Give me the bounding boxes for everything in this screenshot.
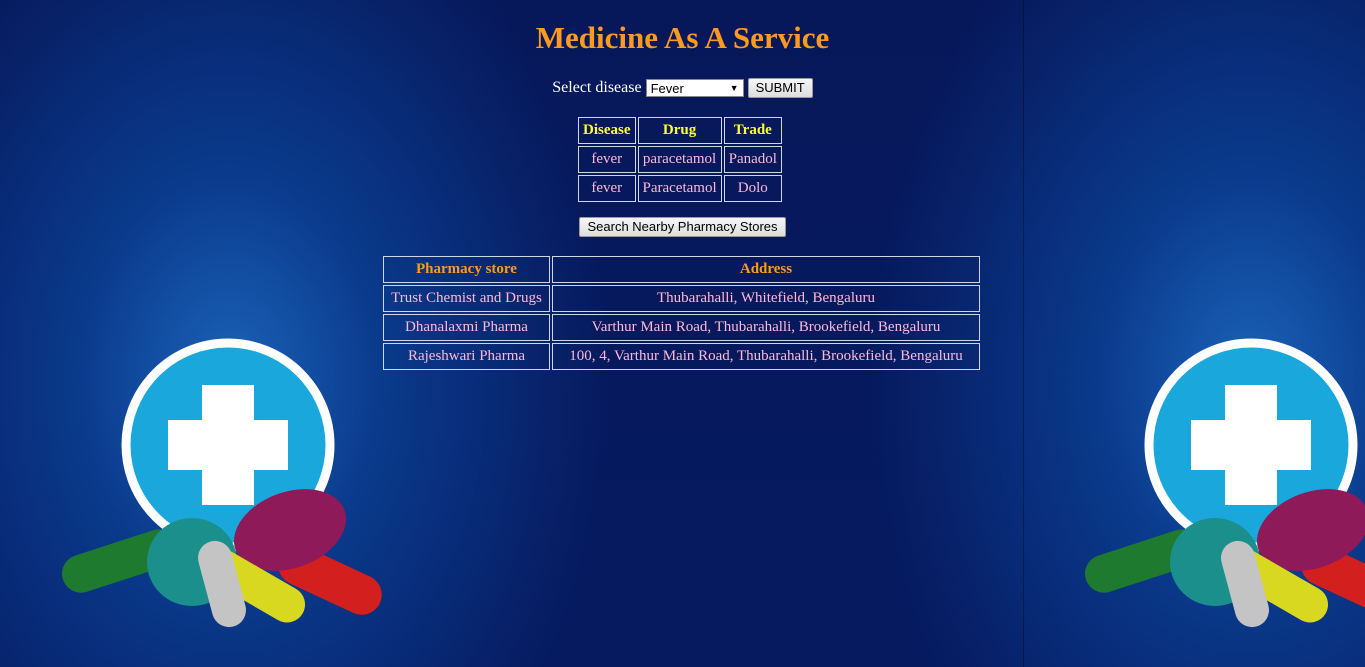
column-header-pharmacy-store: Pharmacy store [383, 256, 550, 283]
chevron-down-icon: ▼ [729, 83, 739, 93]
cell-address: Varthur Main Road, Thubarahalli, Brookef… [552, 314, 980, 341]
pharmacy-table: Pharmacy store Address Trust Chemist and… [381, 254, 982, 372]
search-pharmacy-button[interactable]: Search Nearby Pharmacy Stores [579, 217, 786, 237]
table-row: fever Paracetamol Dolo [578, 175, 782, 202]
search-row: Search Nearby Pharmacy Stores [0, 217, 1365, 237]
cell-pharmacy-name: Dhanalaxmi Pharma [383, 314, 550, 341]
cell-disease: fever [578, 146, 636, 173]
table-header-row: Disease Drug Trade [578, 117, 782, 144]
cell-trade: Panadol [723, 146, 782, 173]
cell-pharmacy-name: Trust Chemist and Drugs [383, 285, 550, 312]
column-header-trade: Trade [723, 117, 782, 144]
disease-select-label: Select disease [552, 79, 642, 96]
table-header-row: Pharmacy store Address [383, 256, 980, 283]
background-tile-seam [1023, 0, 1024, 667]
cell-trade: Dolo [723, 175, 782, 202]
disease-select-value: Fever [650, 80, 684, 96]
table-row: Trust Chemist and Drugs Thubarahalli, Wh… [383, 285, 980, 312]
column-header-address: Address [552, 256, 980, 283]
cell-address: Thubarahalli, Whitefield, Bengaluru [552, 285, 980, 312]
cell-address: 100, 4, Varthur Main Road, Thubarahalli,… [552, 343, 980, 370]
cell-drug: Paracetamol [637, 175, 722, 202]
page-title: Medicine As A Service [535, 20, 830, 55]
column-header-drug: Drug [637, 117, 722, 144]
cell-drug: paracetamol [637, 146, 722, 173]
drug-table: Disease Drug Trade fever paracetamol Pan… [576, 115, 784, 204]
disease-select[interactable]: Fever ▼ [645, 79, 744, 97]
submit-button[interactable]: SUBMIT [747, 78, 813, 98]
table-row: fever paracetamol Panadol [578, 146, 782, 173]
disease-form: Select disease Fever ▼ SUBMIT [0, 78, 1365, 98]
table-row: Dhanalaxmi Pharma Varthur Main Road, Thu… [383, 314, 980, 341]
medical-cross-icon [62, 338, 382, 628]
table-row: Rajeshwari Pharma 100, 4, Varthur Main R… [383, 343, 980, 370]
cell-disease: fever [578, 175, 636, 202]
column-header-disease: Disease [578, 117, 636, 144]
medical-cross-icon [1085, 338, 1365, 628]
cell-pharmacy-name: Rajeshwari Pharma [383, 343, 550, 370]
